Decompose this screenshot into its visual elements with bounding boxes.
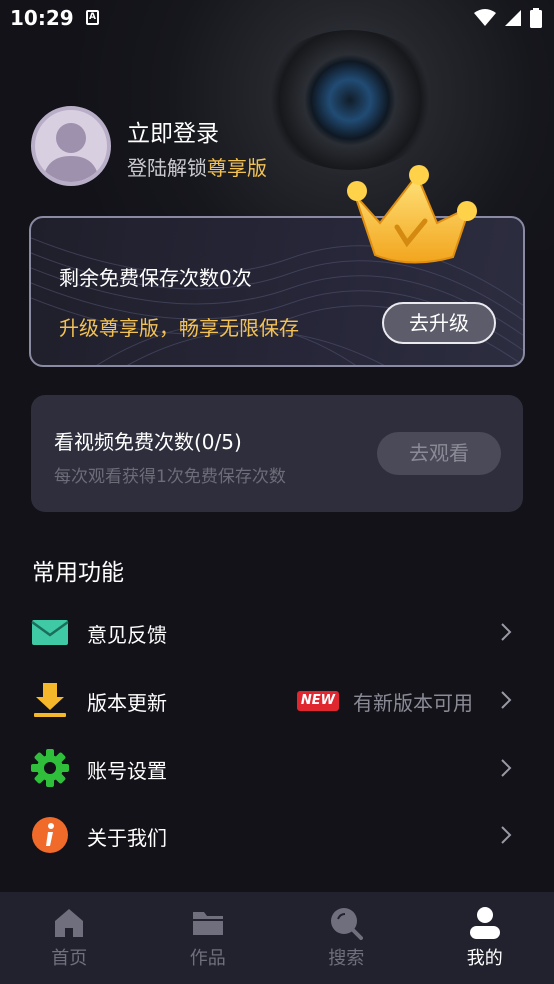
vip-promo-text: 升级尊享版，畅享无限保存 xyxy=(59,316,299,340)
bottom-tab-bar: 首页 作品 搜索 我的 xyxy=(0,892,554,984)
home-icon xyxy=(55,909,84,937)
new-badge: NEW xyxy=(296,691,339,711)
section-title: 常用功能 xyxy=(32,560,124,586)
vip-edition-label: 尊享版 xyxy=(207,156,267,180)
folder-icon xyxy=(192,912,223,935)
chevron-right-icon xyxy=(501,759,512,777)
wifi-icon xyxy=(474,9,496,26)
tab-works[interactable]: 作品 xyxy=(139,892,278,984)
gear-icon xyxy=(31,749,69,787)
menu-item-feedback[interactable]: 意见反馈 xyxy=(31,605,523,661)
menu-item-label: 版本更新 xyxy=(87,691,167,715)
user-icon xyxy=(469,907,500,939)
tab-label: 作品 xyxy=(189,948,226,969)
chevron-right-icon xyxy=(501,623,512,641)
status-bar: 10:29 A xyxy=(0,0,554,36)
video-reward-hint: 每次观看获得1次免费保存次数 xyxy=(54,467,286,487)
tab-home[interactable]: 首页 xyxy=(0,892,139,984)
chevron-right-icon xyxy=(501,826,512,844)
video-free-count: 看视频免费次数(0/5) xyxy=(54,430,242,454)
tab-label: 搜索 xyxy=(328,948,365,969)
info-icon xyxy=(32,817,68,853)
watch-video-card: 看视频免费次数(0/5) 每次观看获得1次免费保存次数 去观看 xyxy=(31,395,523,512)
search-icon xyxy=(331,908,364,940)
default-avatar-icon xyxy=(43,123,99,182)
tab-label: 我的 xyxy=(466,948,503,969)
upgrade-button[interactable]: 去升级 xyxy=(382,302,496,344)
tab-search[interactable]: 搜索 xyxy=(277,892,416,984)
avatar[interactable] xyxy=(31,106,111,186)
remaining-saves-text: 剩余免费保存次数0次 xyxy=(59,266,252,290)
battery-icon xyxy=(530,8,542,28)
menu-item-label: 意见反馈 xyxy=(87,623,167,647)
menu-item-about[interactable]: 关于我们 xyxy=(31,808,523,864)
status-icons xyxy=(474,8,542,28)
tab-mine[interactable]: 我的 xyxy=(416,892,554,984)
tab-label: 首页 xyxy=(51,948,88,969)
mail-icon xyxy=(31,620,69,645)
menu-item-label: 关于我们 xyxy=(87,826,167,850)
menu-item-update[interactable]: 版本更新 NEW 有新版本可用 xyxy=(31,673,523,729)
update-available-hint: 有新版本可用 xyxy=(353,691,473,715)
status-time: 10:29 xyxy=(10,6,74,30)
menu-item-account-settings[interactable]: 账号设置 xyxy=(31,741,523,797)
signal-icon xyxy=(505,10,521,26)
login-subtitle-prefix: 登陆解锁 xyxy=(127,156,207,180)
login-button[interactable]: 立即登录 xyxy=(127,114,219,148)
crown-icon xyxy=(347,165,477,264)
notification-icon: A xyxy=(86,10,99,25)
watch-video-button[interactable]: 去观看 xyxy=(377,432,501,475)
download-icon xyxy=(34,683,66,717)
menu-item-label: 账号设置 xyxy=(87,759,167,783)
chevron-right-icon xyxy=(501,691,512,709)
login-subtitle: 登陆解锁尊享版 xyxy=(127,152,267,181)
